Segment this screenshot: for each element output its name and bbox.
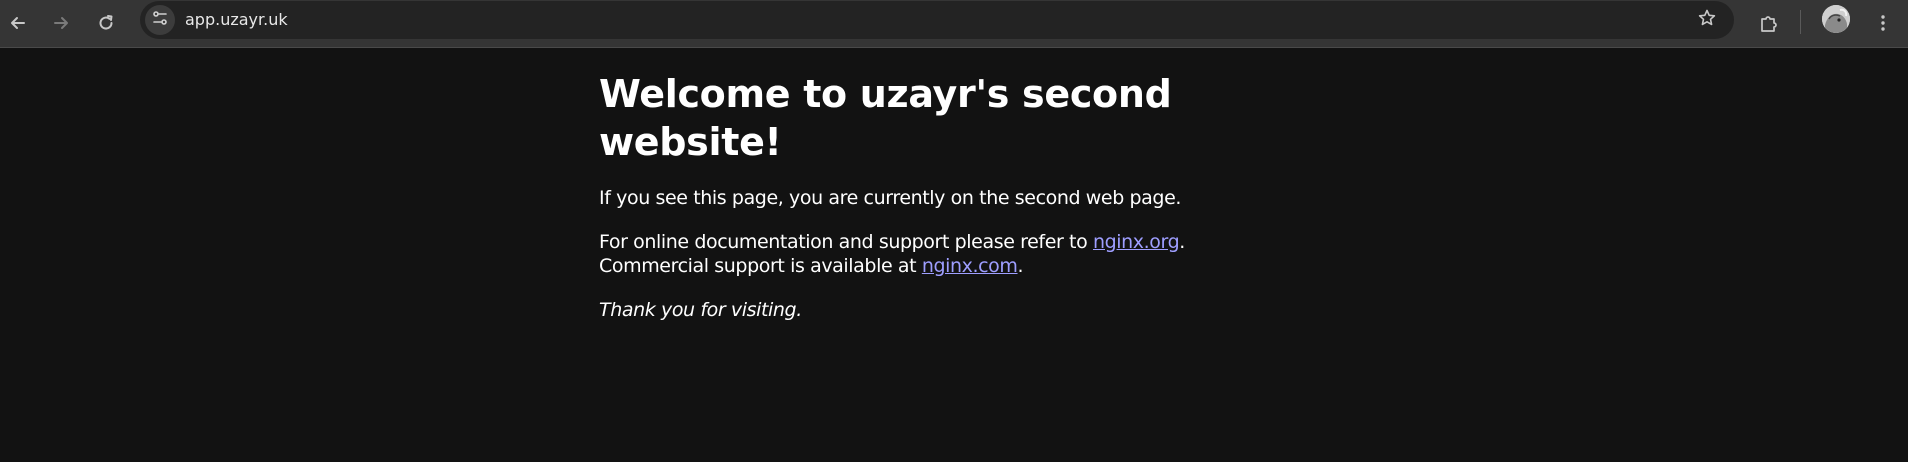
arrow-right-icon <box>51 13 71 33</box>
browser-toolbar: app.uzayr.uk <box>0 0 1908 48</box>
docs-suffix-text: . <box>1179 231 1185 253</box>
commercial-suffix-text: . <box>1017 255 1024 277</box>
page-heading: Welcome to uzayr's second website! <box>599 72 1172 164</box>
reload-button[interactable] <box>89 6 123 40</box>
commercial-prefix-text: Commercial support is available at <box>599 255 922 277</box>
menu-button[interactable] <box>1866 6 1900 40</box>
tune-icon <box>151 9 169 31</box>
bookmark-button[interactable] <box>1694 7 1720 33</box>
nginx-org-link[interactable]: nginx.org <box>1093 231 1180 253</box>
thanks-text: Thank you for visiting. <box>599 299 802 321</box>
profile-avatar[interactable] <box>1822 5 1850 33</box>
site-info-button[interactable] <box>145 5 175 35</box>
back-button[interactable] <box>1 6 35 40</box>
address-bar[interactable]: app.uzayr.uk <box>140 1 1734 39</box>
toolbar-divider <box>1800 10 1801 34</box>
url-text[interactable]: app.uzayr.uk <box>185 10 288 29</box>
profile-icon <box>1822 5 1850 33</box>
puzzle-icon <box>1758 12 1780 34</box>
docs-prefix-text: For online documentation and support ple… <box>599 231 1093 253</box>
forward-button[interactable] <box>44 6 78 40</box>
extensions-button[interactable] <box>1752 6 1786 40</box>
kebab-menu-icon <box>1873 13 1893 33</box>
support-paragraph: For online documentation and support ple… <box>599 230 1199 278</box>
page-content: Welcome to uzayr's second website! If yo… <box>599 70 1199 322</box>
intro-text: If you see this page, you are currently … <box>599 187 1182 209</box>
reload-icon <box>96 13 116 33</box>
star-icon <box>1697 8 1717 32</box>
nginx-com-link[interactable]: nginx.com <box>922 255 1018 277</box>
arrow-left-icon <box>8 13 28 33</box>
